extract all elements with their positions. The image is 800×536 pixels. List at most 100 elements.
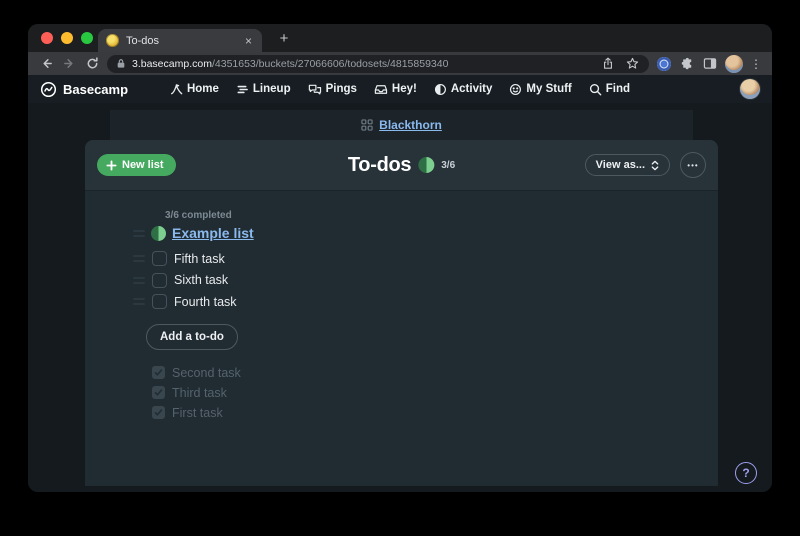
plus-icon — [106, 160, 117, 171]
nav-label: Hey! — [392, 83, 417, 95]
nav-label: My Stuff — [526, 83, 571, 95]
completed-task-label[interactable]: Third task — [172, 386, 227, 400]
breadcrumb-strip: Blackthorn — [110, 110, 693, 143]
view-as-label: View as... — [596, 159, 645, 171]
drag-handle-icon[interactable] — [133, 230, 145, 237]
task-row: Fourth task — [133, 291, 718, 313]
task-label[interactable]: Fourth task — [174, 295, 237, 309]
title-group: To-dos 3/6 — [348, 140, 455, 190]
user-avatar[interactable] — [740, 79, 760, 99]
url-domain: 3.basecamp.com — [132, 58, 212, 70]
window-controls — [41, 32, 93, 44]
url-path: /4351653/buckets/27066606/todosets/48158… — [212, 58, 448, 70]
new-tab-button[interactable]: + — [274, 28, 294, 48]
nav-item-home[interactable]: Home — [170, 83, 219, 96]
tab-title: To-dos — [126, 35, 243, 47]
lineup-icon — [236, 83, 249, 96]
progress-count: 3/6 — [441, 160, 455, 171]
todos-page: Blackthorn New list To-dos 3/6 — [28, 103, 772, 492]
checkmark-icon — [154, 368, 163, 377]
task-checkbox[interactable] — [152, 273, 167, 288]
todos-card-body: 3/6 completed Example list Fifth task — [85, 190, 718, 423]
extensions-puzzle-icon[interactable] — [679, 56, 695, 72]
page-title: To-dos — [348, 154, 411, 177]
minimize-window-button[interactable] — [61, 32, 73, 44]
hey-inbox-icon — [374, 83, 388, 96]
nav-item-activity[interactable]: Activity — [434, 83, 493, 96]
progress-pie-icon — [418, 157, 434, 173]
reload-icon[interactable] — [84, 56, 100, 72]
completed-task-row: Second task — [152, 363, 718, 383]
nav-item-find[interactable]: Find — [589, 83, 630, 96]
checkmark-icon — [154, 388, 163, 397]
overflow-menu-button[interactable]: ••• — [680, 152, 706, 178]
browser-titlebar: To-dos × + — [28, 24, 772, 52]
brand-label: Basecamp — [63, 82, 128, 97]
view-as-button[interactable]: View as... — [585, 154, 670, 176]
nav-item-lineup[interactable]: Lineup — [236, 83, 291, 96]
bookmark-star-icon[interactable] — [624, 56, 640, 72]
address-bar[interactable]: 3.basecamp.com/4351653/buckets/27066606/… — [107, 55, 649, 73]
close-window-button[interactable] — [41, 32, 53, 44]
task-label[interactable]: Sixth task — [174, 273, 228, 287]
onepassword-extension-icon[interactable] — [656, 56, 672, 72]
browser-toolbar: 3.basecamp.com/4351653/buckets/27066606/… — [28, 52, 772, 75]
task-label[interactable]: Fifth task — [174, 252, 225, 266]
activity-icon — [434, 83, 447, 96]
share-icon[interactable] — [600, 56, 616, 72]
drag-handle-icon[interactable] — [133, 277, 145, 284]
nav-label: Activity — [451, 83, 493, 95]
completed-task-row: First task — [152, 403, 718, 423]
checked-checkbox[interactable] — [152, 386, 165, 399]
add-todo-button[interactable]: Add a to-do — [146, 324, 238, 350]
sidebar-panel-icon[interactable] — [702, 56, 718, 72]
drag-handle-icon[interactable] — [133, 255, 145, 262]
help-button[interactable]: ? — [735, 462, 757, 484]
nav-item-hey[interactable]: Hey! — [374, 83, 417, 96]
checkmark-icon — [154, 408, 163, 417]
new-list-label: New list — [122, 159, 164, 171]
nav-item-my-stuff[interactable]: My Stuff — [509, 83, 571, 96]
home-icon — [170, 83, 183, 96]
list-title-row: Example list — [133, 225, 718, 241]
todos-card-header: New list To-dos 3/6 View as... ••• — [85, 140, 718, 190]
omnibox-actions — [600, 56, 640, 72]
up-down-chevrons-icon — [651, 160, 659, 171]
breadcrumb[interactable]: Blackthorn — [361, 117, 442, 133]
zoom-window-button[interactable] — [81, 32, 93, 44]
task-checkbox[interactable] — [152, 251, 167, 266]
nav-label: Lineup — [253, 83, 291, 95]
browser-profile-avatar[interactable] — [725, 55, 743, 73]
forward-icon[interactable] — [61, 56, 77, 72]
list-name-link[interactable]: Example list — [172, 225, 254, 241]
task-checkbox[interactable] — [152, 294, 167, 309]
tab-close-icon[interactable]: × — [243, 35, 254, 47]
url-text: 3.basecamp.com/4351653/buckets/27066606/… — [132, 58, 594, 70]
completed-task-row: Third task — [152, 383, 718, 403]
new-list-button[interactable]: New list — [97, 154, 176, 176]
back-icon[interactable] — [38, 56, 54, 72]
todos-card: New list To-dos 3/6 View as... ••• — [85, 140, 718, 486]
project-grid-icon — [361, 119, 373, 131]
browser-tab[interactable]: To-dos × — [98, 29, 262, 52]
browser-menu-icon[interactable]: ⋮ — [750, 57, 762, 71]
checked-checkbox[interactable] — [152, 406, 165, 419]
nav-label: Pings — [326, 83, 357, 95]
task-row: Sixth task — [133, 270, 718, 292]
task-row: Fifth task — [133, 248, 718, 270]
basecamp-favicon-icon — [106, 34, 119, 47]
card-header-actions: View as... ••• — [585, 152, 706, 178]
basecamp-logo-icon — [40, 81, 57, 98]
browser-window: To-dos × + 3.basecamp.com/4351653/bucket… — [28, 24, 772, 492]
completed-task-label[interactable]: Second task — [172, 366, 241, 380]
breadcrumb-project-link[interactable]: Blackthorn — [379, 118, 442, 132]
basecamp-nav: Home Lineup Pings Hey! Activity — [170, 75, 630, 103]
drag-handle-icon[interactable] — [133, 298, 145, 305]
lock-icon — [116, 58, 126, 69]
list-progress-pie-icon — [151, 226, 166, 241]
basecamp-brand[interactable]: Basecamp — [40, 81, 128, 98]
nav-item-pings[interactable]: Pings — [308, 83, 357, 96]
checked-checkbox[interactable] — [152, 366, 165, 379]
basecamp-header: Basecamp Home Lineup Pings Hey! — [28, 75, 772, 103]
completed-task-label[interactable]: First task — [172, 406, 223, 420]
